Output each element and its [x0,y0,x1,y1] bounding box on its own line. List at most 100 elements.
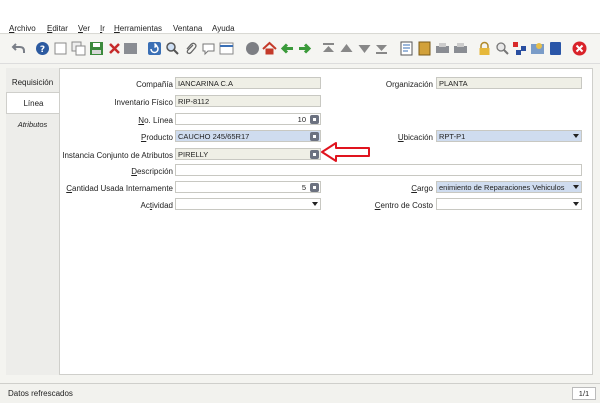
menu-ventana[interactable]: Ventana [173,24,202,33]
menu-archivo[interactable]: Archivo [9,24,36,33]
ubicacion-label: Ubicación [398,133,433,142]
tab-strip: Requisición Línea Atributos [6,68,60,375]
actividad-label-prefix: Ac [140,201,150,210]
svg-text:?: ? [40,45,45,55]
menu-archivo-label: rchivo [14,24,36,33]
centro-costo-select[interactable] [436,198,582,210]
attribute-lookup-icon[interactable] [310,150,319,159]
no-linea-value: 10 [297,115,306,124]
producto-value: CAUCHO 245/65R17 [178,132,250,141]
status-text: Datos refrescados [8,389,73,398]
close-icon[interactable] [572,41,587,56]
actividad-label: Actividad [141,201,173,210]
undo-icon[interactable] [11,41,26,56]
producto-label: Producto [141,133,173,142]
compania-field[interactable]: IANCARINA C.A [175,77,321,89]
menu-ver[interactable]: Ver [78,24,90,33]
annotation-arrow-icon [321,142,370,162]
menu-ayuda[interactable]: Ayuda [212,24,235,33]
cantidad-label: Cantidad Usada Internamente [66,184,173,193]
record-form [59,68,593,375]
menu-editar-label: ditar [52,24,68,33]
home-icon[interactable] [262,41,277,56]
ubicacion-select[interactable]: RPT-P1 [436,130,582,142]
menu-bar: Archivo Editar Ver Ir Herramientas Venta… [0,0,600,34]
workflow-icon[interactable] [512,41,527,56]
cargo-value: enimiento de Reparaciones Vehiculos [439,183,565,192]
product-info-icon[interactable] [530,41,545,56]
instancia-field[interactable]: PIRELLY [175,148,321,160]
no-linea-label: No. Línea [138,116,173,125]
next-record-icon[interactable] [357,41,372,56]
ubicacion-label-text: bicación [403,133,433,142]
cantidad-field[interactable]: 5 [175,181,321,193]
no-linea-field[interactable]: 10 [175,113,321,125]
delete-selection-icon[interactable] [123,41,138,56]
producto-field[interactable]: CAUCHO 245/65R17 [175,130,321,142]
save-icon[interactable] [89,41,104,56]
instancia-label: Instancia Conjunto de Atributos [62,151,173,160]
menu-ir[interactable]: Ir [100,24,105,33]
forward-arrow-icon[interactable] [297,41,312,56]
report-icon[interactable] [399,41,414,56]
zoom-across-icon[interactable] [495,41,510,56]
archive-icon[interactable] [417,41,432,56]
organizacion-label: Organización [385,80,433,89]
inventario-label: Inventario Físico [114,98,173,107]
cargo-select[interactable]: enimiento de Reparaciones Vehiculos [436,181,582,193]
help-icon[interactable]: ? [35,41,50,56]
calculator-icon[interactable] [310,115,319,124]
refresh-icon[interactable] [147,41,162,56]
producto-label-text: roducto [146,133,173,142]
calculator-icon[interactable] [310,183,319,192]
record-count[interactable]: 1/1 [572,387,596,400]
window-icon[interactable] [548,41,563,56]
chevron-down-icon[interactable] [571,131,581,141]
cantidad-value: 5 [301,183,306,192]
first-record-icon[interactable] [321,41,336,56]
inventario-field[interactable]: RIP-8112 [175,95,321,107]
tab-linea[interactable]: Línea [6,92,60,114]
menu-ir-label: r [102,24,105,33]
actividad-label-text: ividad [152,201,173,210]
chevron-down-icon[interactable] [310,199,320,209]
compania-label: Compañía [136,80,173,89]
last-record-icon[interactable] [374,41,389,56]
back-arrow-icon[interactable] [280,41,295,56]
chat-icon[interactable] [201,41,216,56]
status-bar: Datos refrescados 1/1 [0,383,600,403]
menu-editar[interactable]: Editar [47,24,68,33]
descripcion-label-text: escripción [136,167,173,176]
chevron-down-icon[interactable] [571,182,581,192]
tab-requisicion[interactable]: Requisición [6,72,59,94]
new-record-icon[interactable] [53,41,68,56]
descripcion-field[interactable] [175,164,582,176]
print-preview-icon[interactable] [435,41,450,56]
centro-costo-label: Centro de Costo [375,201,433,210]
toolbar: ? [0,35,600,64]
attachment-icon[interactable] [183,41,198,56]
centro-costo-label-text: entro de Costo [380,201,433,210]
print-icon[interactable] [453,41,468,56]
tab-atributos[interactable]: Atributos [6,114,59,136]
lock-icon[interactable] [477,41,492,56]
grid-toggle-icon[interactable] [219,41,234,56]
delete-icon[interactable] [107,41,122,56]
history-icon[interactable] [245,41,260,56]
actividad-select[interactable] [175,198,321,210]
chevron-down-icon[interactable] [571,199,581,209]
product-lookup-icon[interactable] [310,132,319,141]
menu-herramientas[interactable]: Herramientas [114,24,162,33]
find-icon[interactable] [165,41,180,56]
descripcion-label: Descripción [131,167,173,176]
copy-record-icon[interactable] [71,41,86,56]
menu-herramientas-label: erramientas [119,24,163,33]
menu-ver-label: er [82,24,91,33]
organizacion-field[interactable]: PLANTA [436,77,582,89]
cargo-label-text: argo [416,184,433,193]
cargo-label: Cargo [411,184,433,193]
ubicacion-value: RPT-P1 [439,132,466,141]
no-linea-label-text: o. Línea [144,116,173,125]
previous-record-icon[interactable] [339,41,354,56]
cantidad-label-text: antidad Usada Internamente [72,184,173,193]
